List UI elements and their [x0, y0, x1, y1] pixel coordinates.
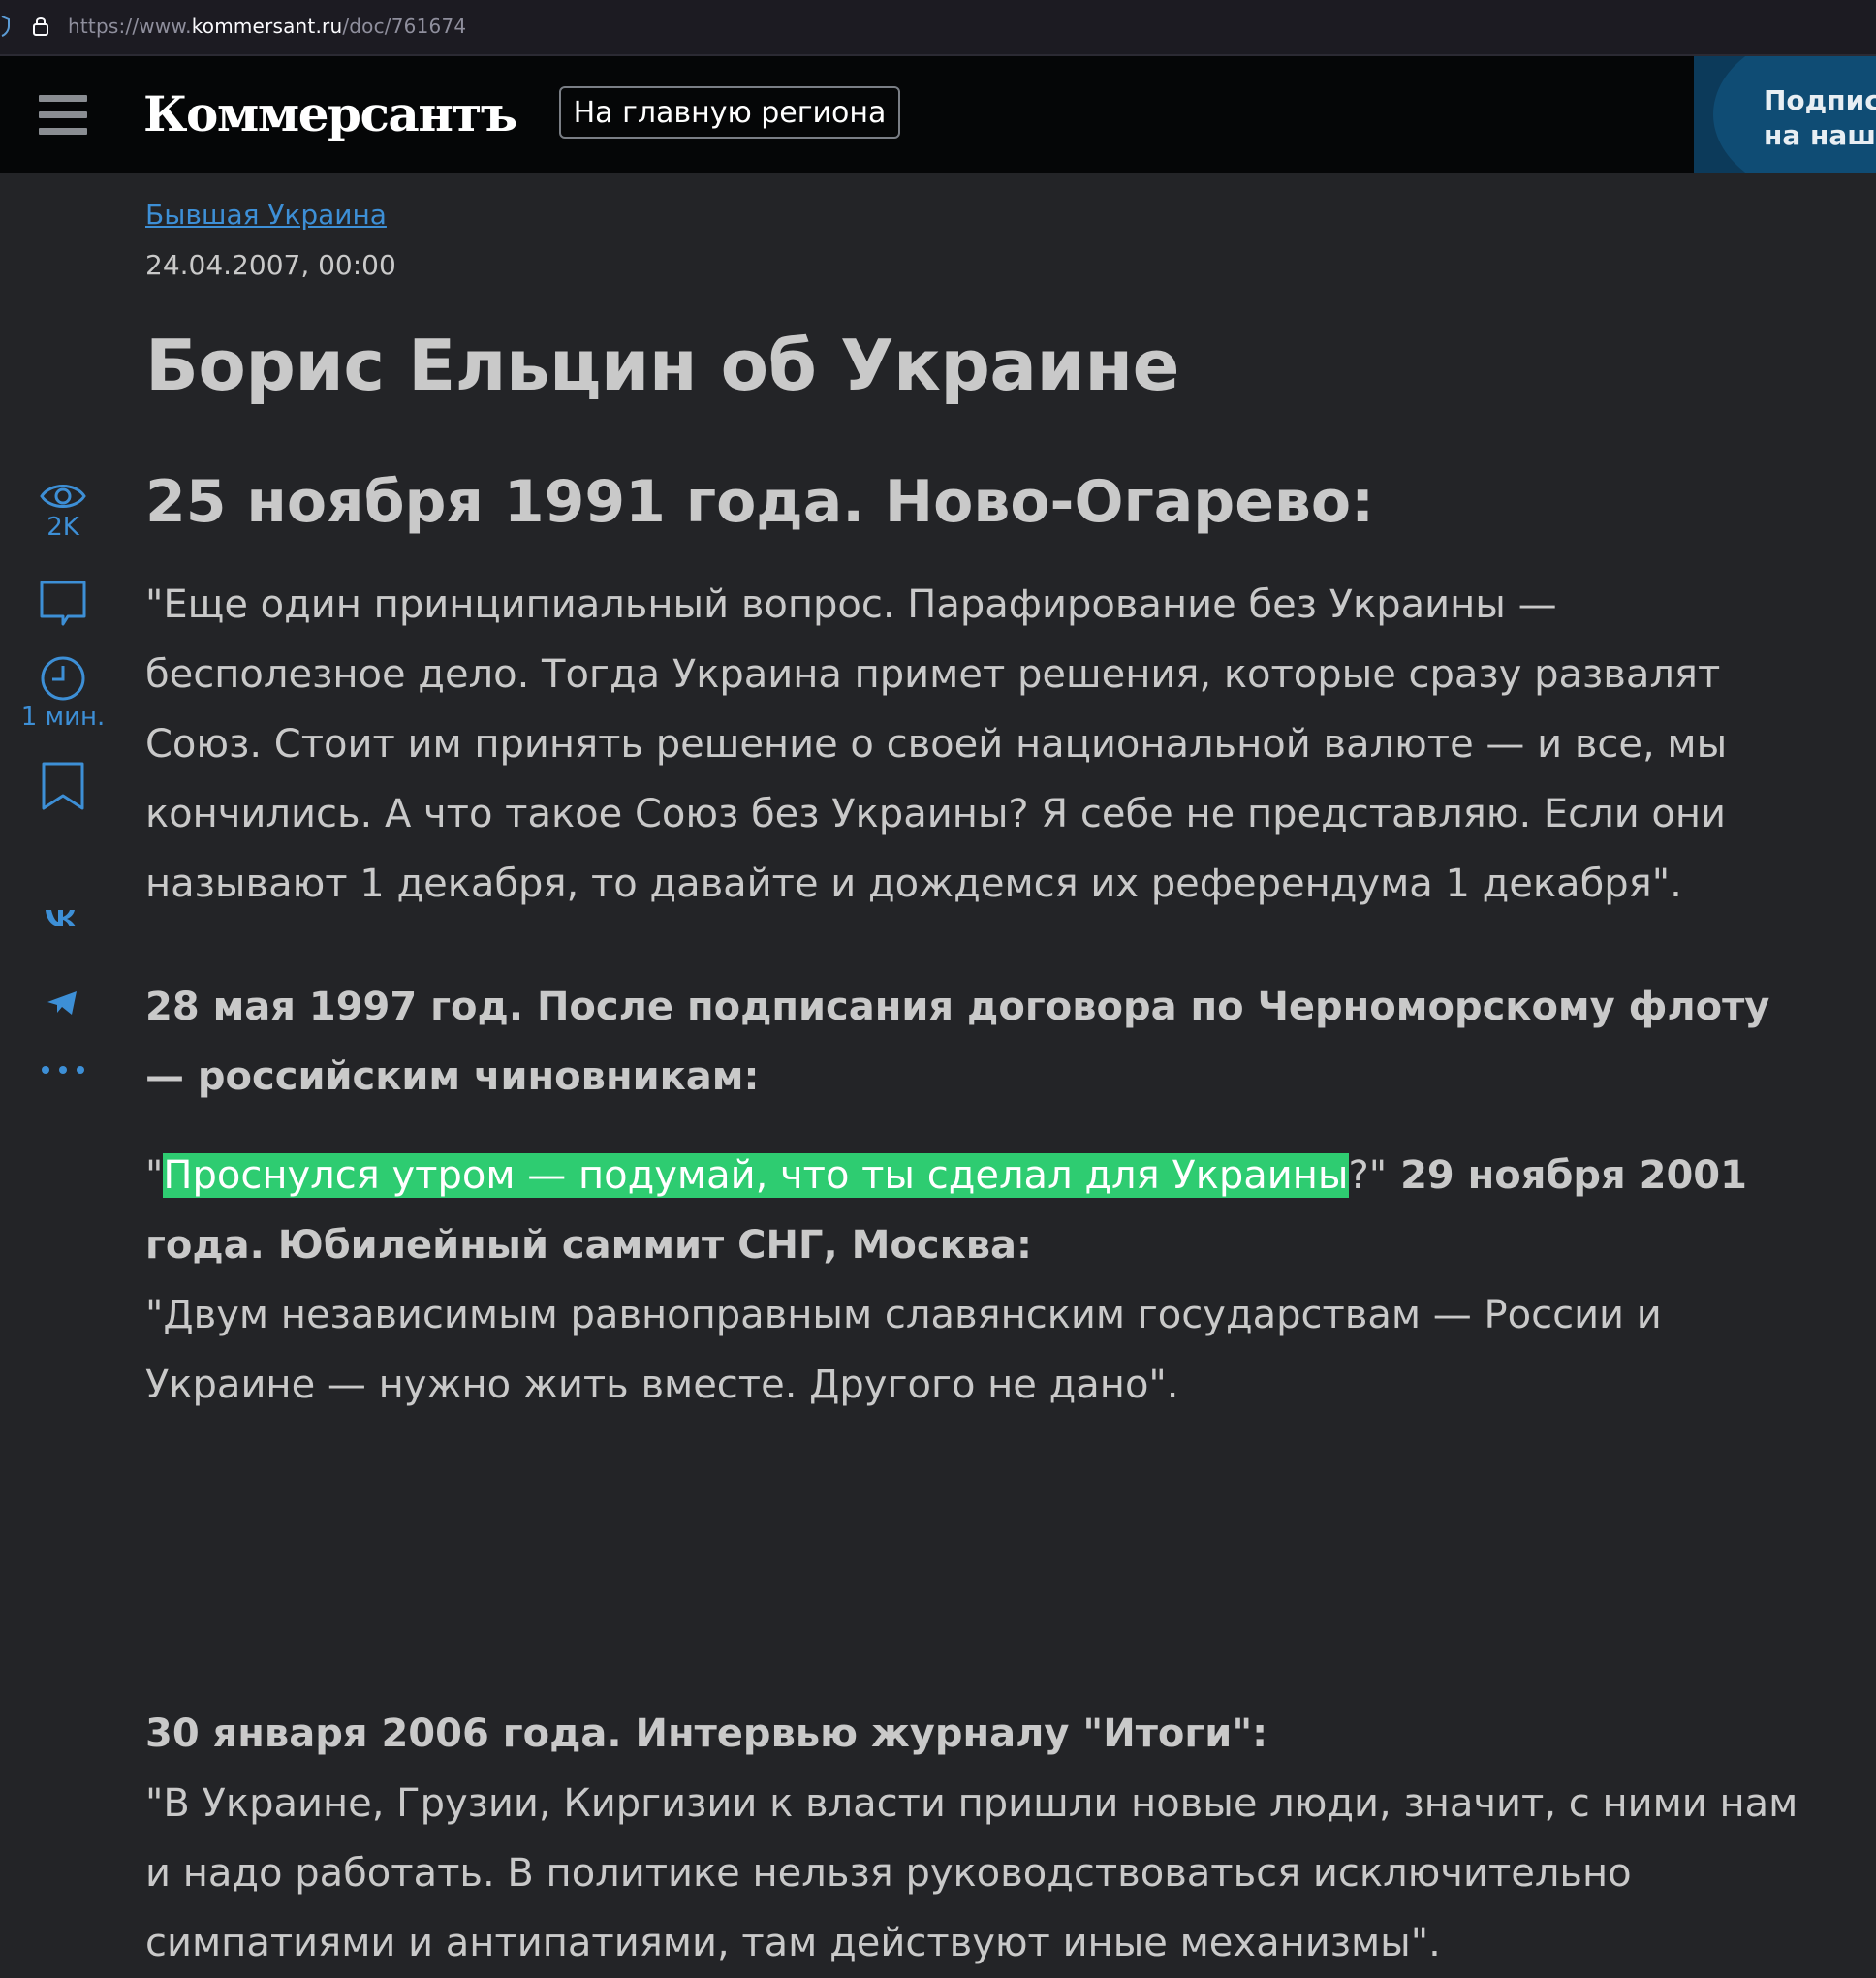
paragraph-2-heading: 28 мая 1997 год. После подписания догово… — [145, 972, 1822, 1112]
telegram-share-button[interactable] — [0, 989, 126, 1018]
article-title: Борис Ельцин об Украине — [145, 325, 1180, 406]
url-host: kommersant.ru — [191, 15, 343, 38]
quote-open: " — [145, 1153, 164, 1198]
comment-icon[interactable] — [39, 580, 87, 628]
shield-icon[interactable] — [0, 16, 10, 37]
browser-url-bar[interactable]: https://www.kommersant.ru/doc/761674 — [0, 0, 1876, 56]
article-date: 24.04.2007, 00:00 — [145, 249, 396, 281]
url-text[interactable]: https://www.kommersant.ru/doc/761674 — [68, 15, 466, 38]
views-count: 2K — [47, 513, 79, 542]
more-share-button[interactable] — [0, 1064, 126, 1076]
quote-2006: "В Украине, Грузии, Киргизии к власти пр… — [145, 1781, 1798, 1965]
url-prefix: https://www. — [68, 15, 192, 38]
region-home-button[interactable]: На главную региона — [559, 86, 900, 139]
read-time-label: 1 мин. — [20, 703, 106, 732]
site-logo[interactable]: Коммерсантъ — [143, 85, 517, 142]
vk-share-button[interactable] — [0, 906, 126, 929]
quote-close: ?" — [1348, 1153, 1388, 1198]
paragraph-4: 30 января 2006 года. Интервью журналу "И… — [145, 1699, 1822, 1978]
more-icon[interactable] — [39, 1064, 87, 1076]
views-counter: 2K — [0, 480, 126, 542]
read-time: 1 мин. — [0, 654, 126, 732]
paragraph-1: "Еще один принципиальный вопрос. Парафир… — [145, 582, 1728, 906]
site-header: Коммерсантъ На главную региона Подпис на… — [0, 56, 1876, 173]
clock-icon — [41, 656, 85, 701]
bookmark-button[interactable] — [0, 761, 126, 811]
heading-1997: 28 мая 1997 год. После подписания догово… — [145, 985, 1770, 1099]
url-path: /doc/761674 — [342, 15, 467, 38]
highlighted-quote[interactable]: Проснулся утром — подумай, что ты сделал… — [163, 1153, 1349, 1198]
subscribe-banner[interactable]: Подпис на наш — [1694, 56, 1876, 173]
subscribe-line-2: на наш — [1764, 119, 1876, 151]
comments-button[interactable] — [0, 580, 126, 628]
rubric-link[interactable]: Бывшая Украина — [145, 199, 387, 231]
heading-2006: 30 января 2006 года. Интервью журналу "И… — [145, 1711, 1268, 1756]
lock-icon[interactable] — [31, 16, 50, 37]
subscribe-line-1: Подпис — [1764, 84, 1876, 116]
eye-icon — [40, 485, 86, 508]
vk-icon[interactable] — [44, 906, 82, 929]
subscribe-text: Подпис на наш — [1764, 83, 1876, 153]
telegram-icon[interactable] — [44, 989, 82, 1018]
menu-icon[interactable] — [39, 95, 87, 136]
bookmark-icon[interactable] — [39, 761, 87, 811]
paragraph-3: "Проснулся утром — подумай, что ты сдела… — [145, 1141, 1822, 1420]
quote-2001: "Двум независимым равноправным славянски… — [145, 1293, 1662, 1407]
article-subtitle: 25 ноября 1991 года. Ново-Огарево: — [145, 468, 1375, 536]
